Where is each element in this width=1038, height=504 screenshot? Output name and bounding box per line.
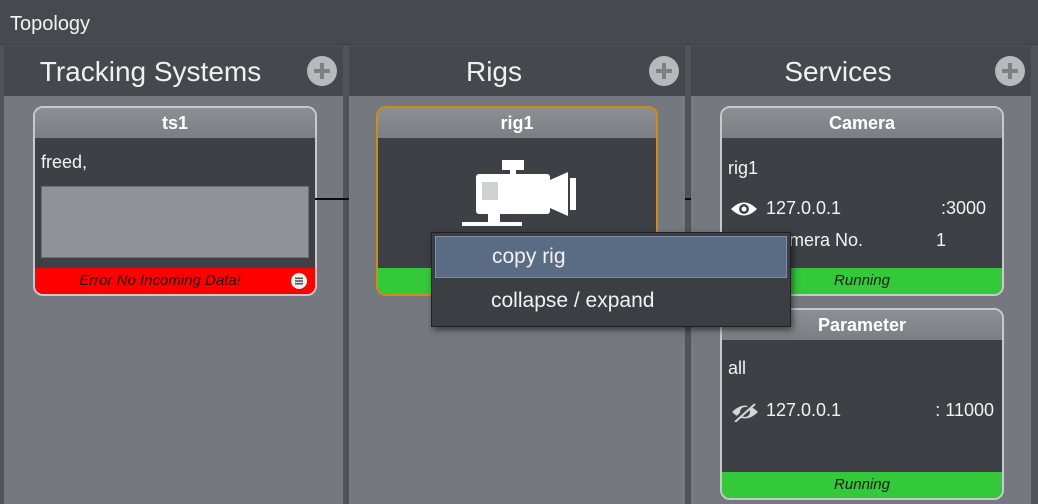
add-icon[interactable] — [995, 56, 1025, 86]
menu-item-label: copy rig — [492, 245, 566, 268]
port: :3000 — [940, 198, 986, 218]
status-text: Running — [834, 476, 890, 493]
parameter-service-card[interactable]: Parameter all 127.0.0.1 : 11000 Running — [720, 308, 1004, 500]
context-menu: copy rig collapse / expand — [431, 232, 791, 327]
status-bar: Running — [722, 472, 1002, 498]
port: : 11000 — [935, 400, 994, 420]
column-header: Rigs — [349, 46, 685, 96]
status-text: Error No Incoming Data! — [79, 272, 241, 289]
card-title: ts1 — [35, 108, 315, 138]
tracking-system-card[interactable]: ts1 freed, Error No Incoming Data! — [33, 106, 317, 296]
column-title: Services — [784, 56, 892, 87]
column-tracking-systems: Tracking Systems ts1 freed, Error No Inc… — [4, 46, 343, 504]
menu-icon[interactable] — [291, 273, 307, 289]
column-title: Rigs — [465, 56, 522, 87]
eye-icon[interactable] — [730, 200, 758, 223]
status-text: Running — [834, 272, 890, 289]
menu-item-copy-rig[interactable]: copy rig — [435, 236, 787, 278]
eye-slash-icon[interactable] — [730, 401, 760, 427]
menu-item-collapse-expand[interactable]: collapse / expand — [435, 281, 787, 321]
window-title: Topology — [10, 13, 91, 35]
add-icon[interactable] — [307, 56, 337, 86]
service-rig-label: rig1 — [728, 158, 759, 178]
service-scope-label: all — [728, 358, 747, 378]
column-title: Tracking Systems — [39, 56, 262, 87]
card-title: Camera — [722, 108, 1002, 138]
ip-address: 127.0.0.1 — [766, 198, 842, 218]
camera-number: 1 — [935, 230, 946, 250]
title-bar: Topology — [0, 0, 1038, 45]
card-title: rig1 — [378, 108, 656, 138]
camera-icon — [458, 154, 578, 239]
preview-area — [41, 186, 309, 258]
tracking-system-text: freed, — [41, 152, 88, 172]
ip-address: 127.0.0.1 — [766, 400, 842, 420]
column-header: Services — [691, 46, 1031, 96]
menu-item-label: collapse / expand — [491, 289, 655, 312]
column-header: Tracking Systems — [4, 46, 343, 96]
status-bar: Error No Incoming Data! — [35, 268, 315, 294]
add-icon[interactable] — [649, 56, 679, 86]
